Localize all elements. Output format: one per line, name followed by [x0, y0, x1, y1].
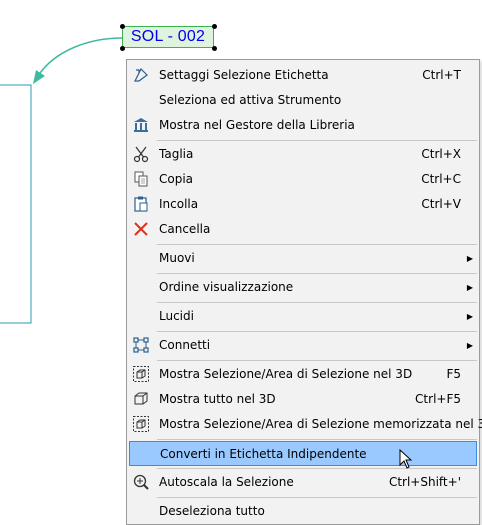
menu-item-mostra-selezione-memorizzata-3d[interactable]: Mostra Selezione/Area di Selezione memor…	[129, 412, 482, 437]
menu-item-cancella[interactable]: Cancella	[129, 217, 477, 242]
menu-item-shortcut: Ctrl+T	[422, 68, 461, 82]
library-icon	[131, 115, 151, 135]
tag-settings-icon	[131, 65, 151, 85]
selection-handle[interactable]	[120, 24, 125, 29]
menu-item-mostra-nel-gestore-libreria[interactable]: Mostra nel Gestore della Libreria	[129, 113, 477, 138]
menu-item-label: Connetti	[159, 338, 211, 352]
delete-x-icon	[131, 219, 151, 239]
menu-item-label: Cancella	[159, 222, 211, 236]
menu-item-label: Muovi	[159, 251, 195, 265]
menu-item-mostra-selezione-3d[interactable]: Mostra Selezione/Area di Selezione nel 3…	[129, 362, 477, 387]
menu-item-label: Converti in Etichetta Indipendente	[160, 447, 367, 461]
menu-item-muovi[interactable]: Muovi ▶	[129, 246, 477, 271]
menu-item-deseleziona-tutto[interactable]: Deseleziona tutto	[129, 499, 477, 524]
menu-item-label: Mostra Selezione/Area di Selezione nel 3…	[159, 367, 413, 381]
paste-icon	[131, 194, 151, 214]
menu-item-label: Copia	[159, 172, 194, 186]
menu-separator	[157, 468, 477, 469]
menu-item-label: Deseleziona tutto	[159, 504, 265, 518]
menu-item-label: Incolla	[159, 197, 199, 211]
menu-separator	[157, 439, 477, 440]
menu-item-label: Lucidi	[159, 309, 194, 323]
submenu-arrow-icon: ▶	[466, 341, 473, 350]
menu-item-label: Autoscala la Selezione	[159, 475, 294, 489]
menu-item-label: Seleziona ed attiva Strumento	[159, 93, 342, 107]
menu-separator	[157, 140, 477, 141]
selection-handle[interactable]	[212, 46, 217, 51]
menu-separator	[157, 273, 477, 274]
menu-separator	[157, 331, 477, 332]
context-menu: Settaggi Selezione Etichetta Ctrl+T Sele…	[126, 59, 482, 525]
menu-item-converti-etichetta-indipendente[interactable]: Converti in Etichetta Indipendente	[129, 441, 477, 466]
menu-separator	[157, 244, 477, 245]
menu-item-mostra-tutto-3d[interactable]: Mostra tutto nel 3D Ctrl+F5	[129, 387, 477, 412]
menu-item-shortcut: Ctrl+X	[421, 147, 461, 161]
submenu-arrow-icon: ▶	[466, 312, 473, 321]
menu-item-shortcut: Ctrl+V	[421, 197, 461, 211]
menu-item-label: Mostra Selezione/Area di Selezione memor…	[159, 417, 482, 431]
autoscale-icon	[131, 472, 151, 492]
selection-handle[interactable]	[120, 46, 125, 51]
menu-item-connetti[interactable]: Connetti ▶	[129, 333, 477, 358]
menu-item-ordine-visualizzazione[interactable]: Ordine visualizzazione ▶	[129, 275, 477, 300]
connect-icon	[131, 335, 151, 355]
tag-label-text: SOL - 002	[130, 28, 206, 45]
menu-item-incolla[interactable]: Incolla Ctrl+V	[129, 192, 477, 217]
leader-arrowhead	[33, 70, 45, 84]
menu-item-label: Mostra tutto nel 3D	[159, 392, 276, 406]
show-all-3d-icon	[131, 389, 151, 409]
wall-outline[interactable]	[0, 84, 32, 324]
menu-item-seleziona-ed-attiva-strumento[interactable]: Seleziona ed attiva Strumento	[129, 88, 477, 113]
submenu-arrow-icon: ▶	[466, 283, 473, 292]
menu-item-copia[interactable]: Copia Ctrl+C	[129, 167, 477, 192]
tag-label[interactable]: SOL - 002	[122, 26, 214, 48]
submenu-arrow-icon: ▶	[466, 254, 473, 263]
menu-item-shortcut: Ctrl+F5	[415, 392, 461, 406]
menu-item-shortcut: Ctrl+Shift+'	[388, 475, 461, 489]
menu-item-settaggi-selezione-etichetta[interactable]: Settaggi Selezione Etichetta Ctrl+T	[129, 63, 477, 88]
stored-selection-3d-icon	[131, 414, 151, 434]
menu-separator	[157, 360, 477, 361]
selection-handle[interactable]	[212, 24, 217, 29]
show-3d-selection-icon	[131, 364, 151, 384]
menu-item-label: Ordine visualizzazione	[159, 280, 294, 294]
mouse-pointer-icon	[399, 449, 413, 469]
copy-icon	[131, 169, 151, 189]
menu-item-label: Mostra nel Gestore della Libreria	[159, 118, 355, 132]
menu-item-label: Taglia	[159, 147, 194, 161]
scissors-icon	[131, 144, 151, 164]
menu-item-autoscala-selezione[interactable]: Autoscala la Selezione Ctrl+Shift+'	[129, 470, 477, 495]
menu-item-taglia[interactable]: Taglia Ctrl+X	[129, 142, 477, 167]
label-leader-line[interactable]	[37, 37, 123, 77]
menu-separator	[157, 497, 477, 498]
menu-separator	[157, 302, 477, 303]
menu-item-label: Settaggi Selezione Etichetta	[159, 68, 329, 82]
menu-item-lucidi[interactable]: Lucidi ▶	[129, 304, 477, 329]
menu-item-shortcut: Ctrl+C	[421, 172, 461, 186]
menu-item-shortcut: F5	[446, 367, 461, 381]
